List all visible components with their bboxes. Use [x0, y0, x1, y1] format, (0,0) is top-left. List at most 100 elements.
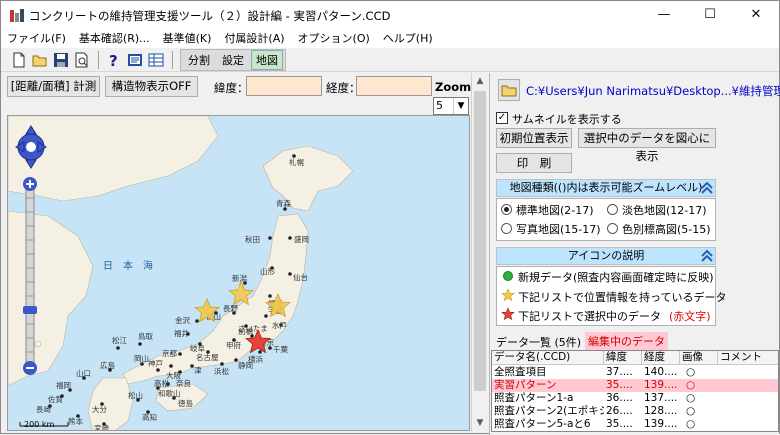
structure-toggle-button[interactable]: 構造物表示OFF	[105, 76, 198, 97]
zoom-select[interactable]: 5 ▼	[433, 97, 469, 115]
city-label: 高知	[142, 412, 157, 422]
menu-attached-design[interactable]: 付属設計(A)	[218, 30, 291, 48]
collapse-icon[interactable]	[700, 181, 714, 195]
row-name: 照査パターン2(エポキシ)	[494, 405, 604, 417]
data-list-label: データ一覧 (5件)	[496, 336, 582, 349]
save-icon[interactable]	[52, 51, 70, 69]
svg-text:?: ?	[109, 52, 118, 69]
city-label: 札幌	[289, 157, 304, 167]
tab-map[interactable]: 地図	[251, 50, 283, 70]
print-preview-icon[interactable]	[73, 51, 91, 69]
initial-position-button[interactable]: 初期位置表示	[496, 128, 572, 148]
new-file-icon[interactable]	[10, 51, 28, 69]
city-label: 松江	[112, 335, 127, 345]
scroll-up-icon[interactable]: ▲	[472, 73, 488, 89]
city-label: 徳島	[178, 398, 193, 408]
measure-button[interactable]: [距離/面積] 計測	[7, 76, 100, 97]
row-lon: 139....	[644, 379, 678, 391]
book-icon[interactable]	[126, 51, 144, 69]
center-selected-button[interactable]: 選択中のデータを図心に表示	[578, 128, 716, 163]
table-icon[interactable]	[147, 51, 165, 69]
row-lat: 36....	[606, 392, 633, 404]
city-label: 長崎	[36, 404, 51, 414]
thumbnail-checkbox[interactable]: ✓	[496, 112, 508, 124]
city-label: 高松	[154, 378, 169, 388]
table-row[interactable]: 照査パターン5-aと6 35.... 139.... ○	[492, 418, 778, 431]
city-label: 宮崎	[94, 423, 109, 431]
menu-help[interactable]: ヘルプ(H)	[377, 30, 440, 48]
map-type-standard-label: 標準地図(2-17)	[516, 204, 594, 217]
close-button[interactable]: ✕	[733, 1, 779, 30]
row-comment	[718, 392, 778, 405]
column-header[interactable]: 画像	[680, 351, 718, 365]
longitude-field[interactable]	[356, 76, 432, 96]
city-label: 京都	[162, 348, 177, 358]
tab-settings[interactable]: 設定	[217, 50, 249, 70]
city-label: 和歌山	[158, 388, 181, 398]
city-label: 青森	[276, 198, 291, 208]
scrollbar-thumb[interactable]	[474, 91, 486, 391]
row-image: ○	[686, 379, 696, 391]
city-label: 津	[194, 366, 202, 375]
editing-data-badge: 編集中のデータ	[585, 332, 668, 350]
menu-file[interactable]: ファイル(F)	[1, 30, 73, 48]
scroll-down-icon[interactable]: ▼	[472, 415, 488, 431]
map-view[interactable]: 日 本 海 札幌 青森 秋田 盛岡 山形 仙台 新潟 福島 金沢 長野 宇都 水…	[7, 115, 470, 431]
menu-basic-check[interactable]: 基本確認(R)...	[73, 30, 157, 48]
city-label: 水戸	[272, 320, 287, 330]
gold-star-icon	[501, 288, 515, 302]
city-label: 広島	[100, 360, 115, 370]
table-row[interactable]: 実習パターン 35.... 139.... ○	[492, 379, 778, 392]
map-type-pale-radio[interactable]	[607, 204, 618, 215]
toolbar-separator	[172, 51, 173, 69]
city-label: 山口	[76, 368, 91, 378]
city-label: 千葉	[273, 344, 288, 354]
menu-options[interactable]: オプション(O)	[292, 30, 377, 48]
city-label: 長野	[223, 304, 238, 313]
map-type-pale-label: 淡色地図(12-17)	[622, 204, 707, 217]
city-label: 岐阜	[190, 343, 205, 353]
pan-control-icon[interactable]	[14, 122, 48, 172]
column-header[interactable]: データ名(.CCD)	[492, 351, 604, 365]
map-scrollbar[interactable]: ▲ ▼	[471, 73, 487, 431]
latitude-field[interactable]	[246, 76, 322, 96]
table-row[interactable]: 全照査項目 37.... 140.... ○	[492, 366, 778, 379]
table-row[interactable]: 照査パターン1-a 36.... 137.... ○	[492, 392, 778, 405]
tab-split[interactable]: 分割	[183, 50, 215, 70]
row-comment	[718, 366, 778, 379]
city-label: 仙台	[293, 272, 308, 282]
table-row[interactable]: 照査パターン2(エポキシ) 26.... 128.... ○	[492, 405, 778, 418]
print-button[interactable]: 印 刷	[496, 153, 572, 173]
menu-bar: ファイル(F) 基本確認(R)... 基準値(K) 付属設計(A) オプション(…	[1, 30, 779, 48]
city-label: 盛岡	[294, 234, 309, 244]
maximize-button[interactable]: ☐	[687, 1, 733, 30]
city-label: 松山	[128, 390, 143, 400]
minimize-button[interactable]: —	[641, 1, 687, 30]
city-label: 岡山	[134, 353, 149, 363]
app-icon	[10, 9, 24, 22]
row-lat: 35....	[606, 418, 633, 430]
collapse-icon[interactable]	[700, 249, 714, 263]
row-lat: 37....	[606, 366, 633, 378]
map-type-relief-radio[interactable]	[607, 223, 618, 234]
column-header[interactable]: 経度	[642, 351, 680, 365]
map-type-photo-radio[interactable]	[501, 223, 512, 234]
open-folder-icon[interactable]	[31, 51, 49, 69]
column-header[interactable]: 緯度	[604, 351, 642, 365]
menu-standard-values[interactable]: 基準値(K)	[157, 30, 219, 48]
city-label: 山形	[260, 266, 275, 276]
row-lon: 128....	[644, 405, 678, 417]
zoom-slider[interactable]	[20, 176, 40, 376]
help-icon[interactable]: ?	[105, 51, 123, 69]
row-name: 実習パターン	[494, 379, 557, 391]
city-label: 甲府	[226, 340, 241, 350]
app-window: コンクリートの維持管理支援ツール（２）設計編 - 実習パターン.CCD — ☐ …	[0, 0, 780, 435]
city-label: 名古屋	[196, 352, 219, 362]
folder-button[interactable]	[498, 79, 520, 101]
column-header[interactable]: コメント	[718, 351, 778, 365]
map-type-relief-label: 色別標高図(5-15)	[622, 223, 711, 236]
row-image: ○	[686, 366, 696, 378]
map-canvas[interactable]: 日 本 海 札幌 青森 秋田 盛岡 山形 仙台 新潟 福島 金沢 長野 宇都 水…	[8, 116, 470, 431]
map-type-standard-radio[interactable]	[501, 204, 512, 215]
table-header: データ名(.CCD) 緯度 経度 画像 コメント	[492, 351, 778, 365]
